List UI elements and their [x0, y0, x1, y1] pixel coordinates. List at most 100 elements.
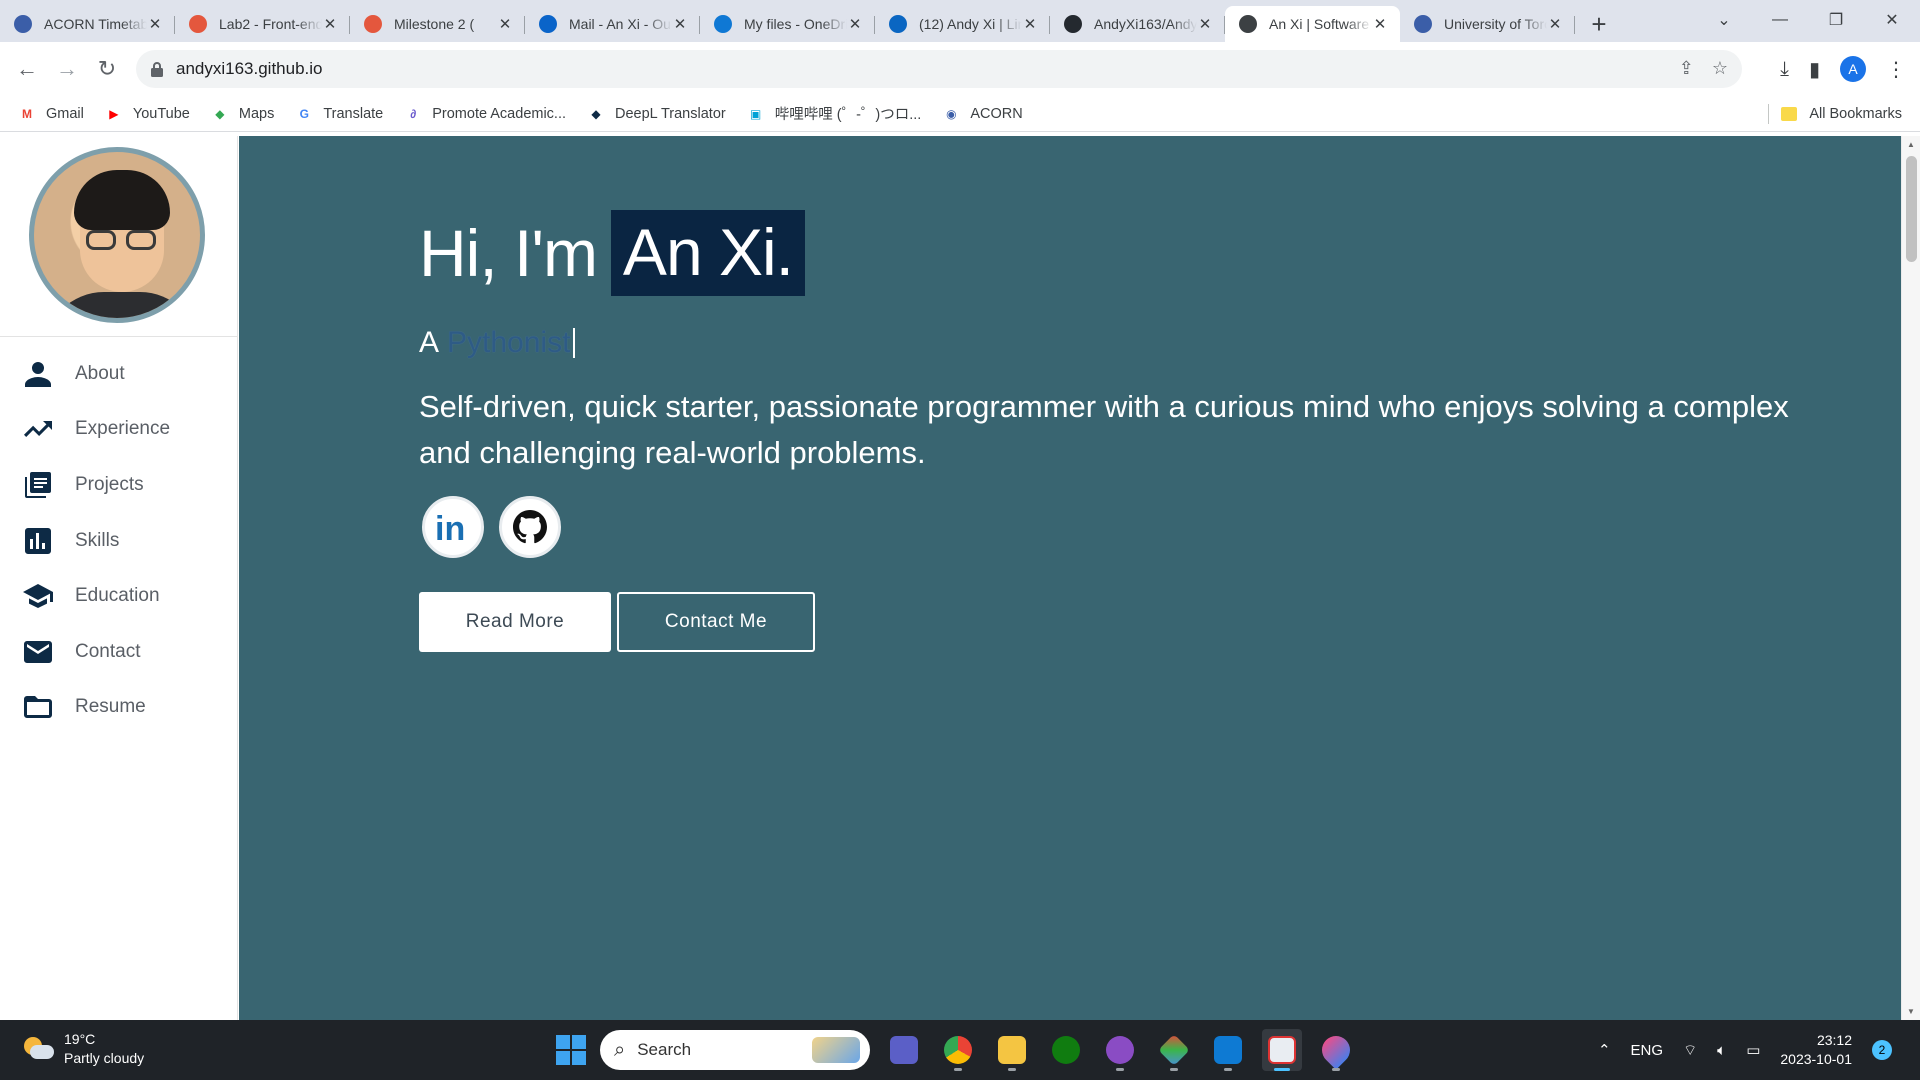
teams-app-icon[interactable] [884, 1029, 924, 1071]
restore-icon[interactable]: ❐ [1808, 10, 1864, 30]
forward-button[interactable]: → [47, 49, 87, 89]
browser-tab[interactable]: Mail - An Xi - Outlook✕ [525, 6, 700, 42]
git-app-icon[interactable] [1154, 1029, 1194, 1071]
scroll-up-icon[interactable]: ▲ [1907, 140, 1915, 149]
bookmark-label: 哔哩哔哩 (゜-゜)つロ... [774, 107, 922, 123]
sidebar-item-skills[interactable]: Skills [0, 513, 238, 569]
sidebar-item-contact[interactable]: Contact [0, 624, 238, 680]
hero-buttons: Read More Contact Me [419, 592, 815, 652]
weather-widget[interactable]: 19°C Partly cloudy [22, 1030, 144, 1068]
address-bar[interactable]: andyxi163.github.io ⇪ ☆ [136, 50, 1742, 88]
tab-title: (12) Andy Xi | LinkedIn [919, 16, 1022, 32]
browser-tab[interactable]: An Xi | Software ✕ [1225, 6, 1400, 42]
close-tab-icon[interactable]: ✕ [1022, 15, 1038, 33]
hero-section: Hi, I'm An Xi. A Pythonist Self-driven, … [239, 136, 1901, 1020]
github-desktop-icon[interactable] [1100, 1029, 1140, 1071]
browser-tab[interactable]: Lab2 - Front-end ✕ [175, 6, 350, 42]
sidebar-item-about[interactable]: About [0, 346, 238, 402]
graduation-cap-icon [23, 584, 53, 609]
new-tab-button[interactable]: + [1579, 6, 1619, 42]
download-icon[interactable]: ⤓ [1780, 58, 1789, 81]
sidebar-item-label: About [75, 362, 125, 384]
folder-icon [24, 696, 52, 719]
sidebar-item-label: Projects [75, 473, 144, 495]
browser-tab[interactable]: (12) Andy Xi | LinkedIn✕ [875, 6, 1050, 42]
close-tab-icon[interactable]: ✕ [672, 15, 688, 33]
notification-badge[interactable]: 2 [1872, 1040, 1892, 1060]
sidebar-item-experience[interactable]: Experience [0, 402, 238, 458]
close-tab-icon[interactable]: ✕ [322, 15, 338, 33]
close-tab-icon[interactable]: ✕ [1197, 15, 1213, 33]
battery-icon[interactable]: ▭ [1746, 1041, 1760, 1059]
chevron-up-icon[interactable]: ⌃ [1598, 1041, 1611, 1059]
share-icon[interactable]: ⇪ [1679, 58, 1694, 79]
xbox-app-icon[interactable] [1046, 1029, 1086, 1071]
close-tab-icon[interactable]: ✕ [497, 15, 513, 33]
github-link[interactable] [499, 496, 561, 558]
library-books-icon [25, 471, 51, 498]
scroll-down-icon[interactable]: ▼ [1907, 1007, 1915, 1016]
all-bookmarks-label: All Bookmarks [1809, 106, 1902, 122]
volume-icon[interactable]: 🔈︎ [1717, 1042, 1726, 1059]
tab-title: My files - OneDrive [744, 16, 847, 32]
file-explorer-icon[interactable] [992, 1029, 1032, 1071]
reload-button[interactable]: ↻ [87, 49, 127, 89]
sidebar-item-education[interactable]: Education [0, 568, 238, 624]
github-icon [513, 510, 547, 544]
taskbar-search[interactable]: ⌕ Search [600, 1030, 870, 1070]
all-bookmarks[interactable]: All Bookmarks [1768, 96, 1902, 132]
language-indicator[interactable]: ENG [1631, 1042, 1664, 1059]
bookmark-star-icon[interactable]: ☆ [1712, 58, 1728, 79]
page-scrollbar[interactable]: ▲ ▼ [1901, 136, 1920, 1020]
profile-avatar[interactable]: A [1840, 56, 1866, 82]
close-tab-icon[interactable]: ✕ [147, 15, 163, 33]
bookmark-item[interactable]: M Gmail [18, 106, 84, 122]
browser-tab[interactable]: University of Toronto✕ [1400, 6, 1575, 42]
close-tab-icon[interactable]: ✕ [1372, 15, 1388, 33]
bookmark-item[interactable]: ◆ Maps [211, 106, 274, 122]
browser-tab[interactable]: Milestone 2 (✕ [350, 6, 525, 42]
tab-search-icon[interactable]: ⌄ [1696, 10, 1752, 30]
read-more-button[interactable]: Read More [419, 592, 611, 652]
person-icon [25, 361, 51, 387]
sidebar-item-resume[interactable]: Resume [0, 680, 238, 736]
linkedin-link[interactable]: in [422, 496, 484, 558]
back-button[interactable]: ← [7, 49, 47, 89]
chrome-app-icon[interactable] [938, 1029, 978, 1071]
browser-tab[interactable]: ACORN Timetable✕ [0, 6, 175, 42]
weather-desc: Partly cloudy [64, 1050, 145, 1066]
windows-start-icon[interactable] [556, 1035, 586, 1065]
sidebar-item-projects[interactable]: Projects [0, 457, 238, 513]
tab-title: AndyXi163/AndyXi163 [1094, 16, 1197, 32]
wifi-icon[interactable]: ⌔ [1683, 1041, 1697, 1060]
paint-app-icon[interactable] [1316, 1029, 1356, 1071]
bookmark-item[interactable]: ▣ 哔哩哔哩 (゜-゜)つロ... [747, 103, 922, 124]
minimize-icon[interactable]: — [1752, 11, 1808, 29]
browser-tab[interactable]: AndyXi163/AndyXi163✕ [1050, 6, 1225, 42]
close-tab-icon[interactable]: ✕ [1547, 15, 1563, 33]
bookmark-item[interactable]: ◉ ACORN [942, 106, 1023, 122]
bookmark-item[interactable]: G Translate [295, 106, 384, 122]
bookmark-item[interactable]: ▶ YouTube [105, 106, 190, 122]
sidebar-nav: About Experience Projects Skills Education Co… [0, 346, 238, 735]
github-favicon [1064, 15, 1082, 33]
clock[interactable]: 23:12 2023-10-01 [1780, 1031, 1852, 1069]
contact-me-button[interactable]: Contact Me [617, 592, 815, 652]
side-panel-icon[interactable]: ▮ [1809, 57, 1820, 82]
tab-title: ACORN Timetable [44, 16, 147, 32]
snipping-tool-icon[interactable] [1262, 1029, 1302, 1071]
scrollbar-thumb[interactable] [1906, 156, 1917, 262]
sidebar-item-label: Resume [75, 696, 146, 718]
browser-tab[interactable]: My files - OneDrive✕ [700, 6, 875, 42]
close-window-icon[interactable]: ✕ [1864, 10, 1920, 30]
vscode-app-icon[interactable] [1208, 1029, 1248, 1071]
bookmark-item[interactable]: ◆ DeepL Translator [587, 106, 725, 122]
bookmark-item[interactable]: ∂ Promote Academic... [404, 106, 566, 122]
menu-icon[interactable]: ⋮ [1886, 57, 1906, 82]
outlook-favicon [539, 15, 557, 33]
svg-text:in: in [435, 510, 465, 544]
weather-temp: 19°C [64, 1031, 96, 1047]
close-tab-icon[interactable]: ✕ [847, 15, 863, 33]
tab-strip: ACORN Timetable✕Lab2 - Front-end✕Milesto… [0, 0, 1920, 42]
role-prefix: A [419, 326, 440, 359]
